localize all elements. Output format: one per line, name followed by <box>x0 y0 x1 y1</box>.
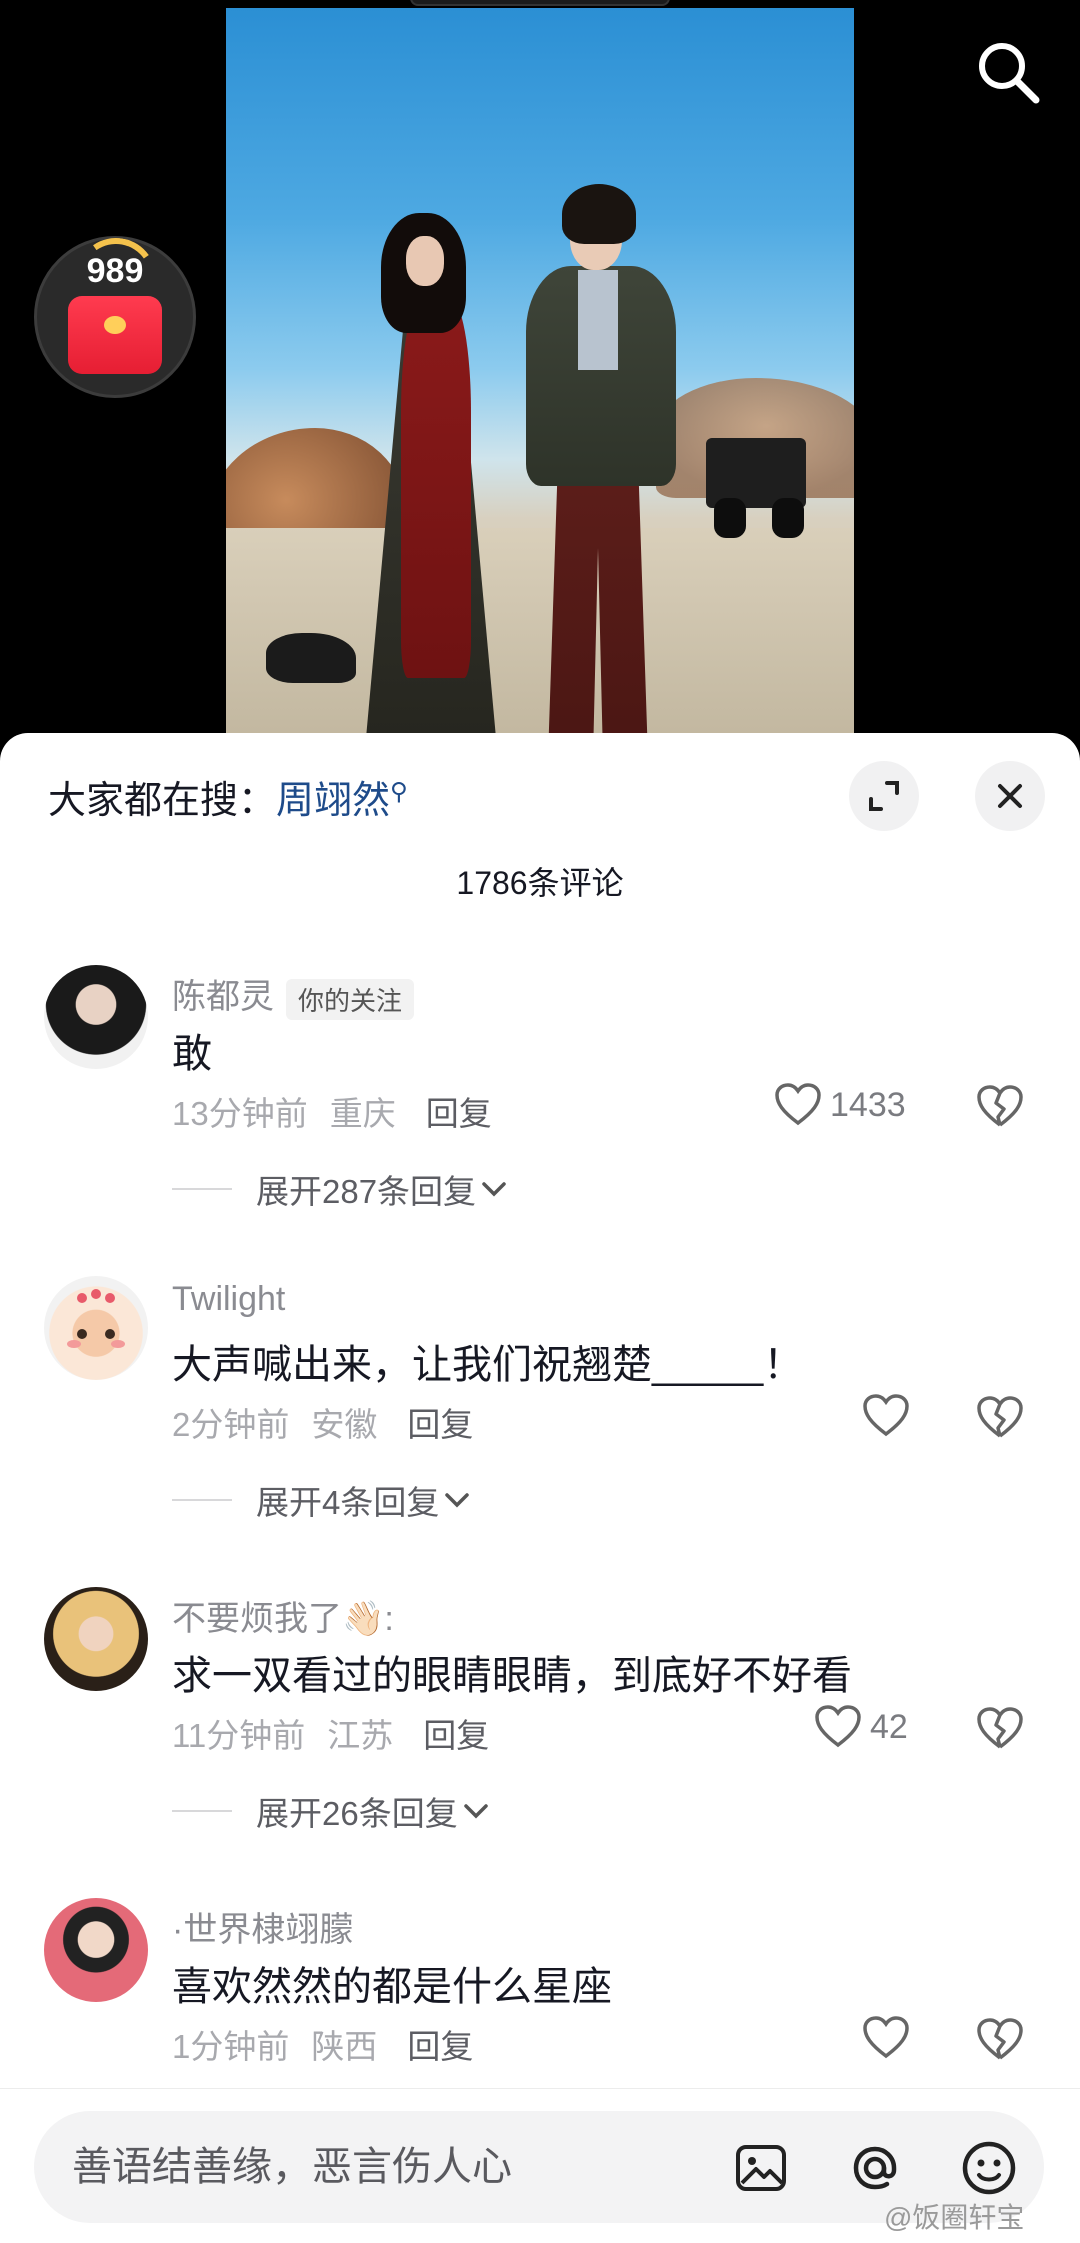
avatar[interactable] <box>44 1587 148 1691</box>
bag <box>266 633 356 683</box>
like-count: 42 <box>870 1707 908 1746</box>
red-envelope-icon[interactable] <box>68 296 162 374</box>
expand-replies-button[interactable]: 展开287条回复 <box>172 1165 512 1213</box>
like-count: 1433 <box>830 1085 906 1124</box>
like-button[interactable]: 42 <box>814 1705 908 1749</box>
red-packet-count: 989 <box>86 252 144 290</box>
expand-button[interactable] <box>849 761 919 831</box>
chevron-down-icon <box>463 1804 488 1819</box>
comment-meta: 2分钟前 安徽 回复 <box>172 1398 473 1446</box>
heart-icon <box>775 1083 821 1126</box>
comment-meta: 13分钟前 重庆 回复 <box>172 1087 492 1135</box>
divider-dash <box>172 1188 232 1190</box>
comment-time: 11分钟前 <box>172 1717 306 1754</box>
heart-icon <box>863 2016 909 2059</box>
chevron-down-icon <box>445 1493 470 1508</box>
divider-dash <box>172 1499 232 1501</box>
comment-meta: 11分钟前 江苏 回复 <box>172 1709 489 1757</box>
envelope-clasp <box>104 316 126 334</box>
comment-input[interactable] <box>72 2111 712 2223</box>
expand-icon <box>869 781 899 811</box>
camera-notch <box>410 0 670 6</box>
emoji-icon[interactable] <box>958 2137 1020 2199</box>
close-icon <box>998 784 1022 808</box>
broken-heart-icon <box>977 2018 1023 2060</box>
reply-button[interactable]: 回复 <box>407 1406 473 1443</box>
comment-text: 喜欢然然的都是什么星座 <box>172 1965 612 2009</box>
comment-text: 大声喊出来，让我们祝翘楚_____！ <box>172 1343 804 1387</box>
expand-replies-label: 展开287条回复 <box>256 1173 477 1210</box>
hot-search-prefix: 大家都在搜： <box>48 780 277 822</box>
comment-location: 陕西 <box>311 2028 378 2065</box>
video-area[interactable]: 989 <box>0 0 1080 760</box>
avatar[interactable] <box>44 965 148 1069</box>
expand-replies-label: 展开4条回复 <box>256 1484 440 1521</box>
truck <box>696 418 816 548</box>
comment-username[interactable]: Twilight <box>172 1280 285 1319</box>
reply-button[interactable]: 回复 <box>407 2028 473 2065</box>
broken-heart-icon <box>977 1707 1023 1749</box>
comment-time: 2分钟前 <box>172 1406 290 1443</box>
cartoon-face-icon <box>67 1289 125 1348</box>
username-text[interactable]: 陈都灵 <box>172 978 274 1016</box>
divider-dash <box>172 1810 232 1812</box>
search-icon: ⚲ <box>390 778 408 806</box>
truck-wheel <box>772 498 804 538</box>
man-shirt <box>578 270 618 370</box>
dislike-button[interactable] <box>976 1085 1024 1133</box>
search-icon[interactable] <box>972 36 1044 108</box>
truck-wheel <box>714 498 746 538</box>
hot-search-keyword[interactable]: 周翊然 <box>276 778 390 822</box>
comment-username[interactable]: 不要烦我了👋🏻: <box>172 1591 394 1640</box>
expand-replies-label: 展开26条回复 <box>256 1795 458 1832</box>
comment-location: 重庆 <box>329 1095 396 1132</box>
woman-dress <box>401 298 471 678</box>
dislike-button[interactable] <box>976 2018 1024 2066</box>
reply-button[interactable]: 回复 <box>426 1095 492 1132</box>
comment-text: 敢 <box>172 1032 212 1076</box>
comment-count: 1786条评论 <box>456 865 624 901</box>
comment-username[interactable]: 陈都灵 你的关注 <box>172 969 415 1020</box>
comment-meta: 1分钟前 陕西 回复 <box>172 2020 473 2068</box>
dislike-button[interactable] <box>976 1707 1024 1755</box>
broken-heart-icon <box>977 1396 1023 1438</box>
like-button[interactable] <box>862 1394 918 1438</box>
heart-icon <box>815 1705 861 1748</box>
comment-time: 13分钟前 <box>172 1095 308 1132</box>
hot-search[interactable]: 大家都在搜：周翊然⚲ <box>48 769 408 824</box>
video-thumbnail[interactable] <box>226 8 854 760</box>
reply-button[interactable]: 回复 <box>423 1717 489 1754</box>
comment-username[interactable]: ·世界棣翊朦 <box>172 1902 353 1951</box>
comment-text: 求一双看过的眼睛眼睛，到底好不好看 <box>172 1654 852 1698</box>
at-icon[interactable] <box>844 2137 906 2199</box>
like-button[interactable]: 1433 <box>774 1083 906 1127</box>
following-tag: 你的关注 <box>286 978 415 1020</box>
comment-location: 安徽 <box>311 1406 378 1443</box>
dislike-button[interactable] <box>976 1396 1024 1444</box>
woman-face <box>406 236 444 286</box>
avatar[interactable] <box>44 1898 148 2002</box>
broken-heart-icon <box>977 1085 1023 1127</box>
comment-time: 1分钟前 <box>172 2028 290 2065</box>
image-icon[interactable] <box>730 2137 792 2199</box>
man-hair <box>562 184 636 244</box>
close-button[interactable] <box>975 761 1045 831</box>
expand-replies-button[interactable]: 展开26条回复 <box>172 1787 494 1835</box>
avatar[interactable] <box>44 1276 148 1380</box>
like-button[interactable] <box>862 2016 918 2060</box>
chevron-down-icon <box>482 1182 506 1197</box>
comment-sheet: 大家都在搜：周翊然⚲ 1786条评论 陈都灵 你的关注 敢 13分钟前 重庆 回复 1… <box>0 733 1080 2243</box>
comment-location: 江苏 <box>327 1717 394 1754</box>
watermark: @饭圈轩宝 <box>884 2202 1025 2233</box>
expand-replies-button[interactable]: 展开4条回复 <box>172 1476 475 1524</box>
heart-icon <box>863 1394 909 1437</box>
